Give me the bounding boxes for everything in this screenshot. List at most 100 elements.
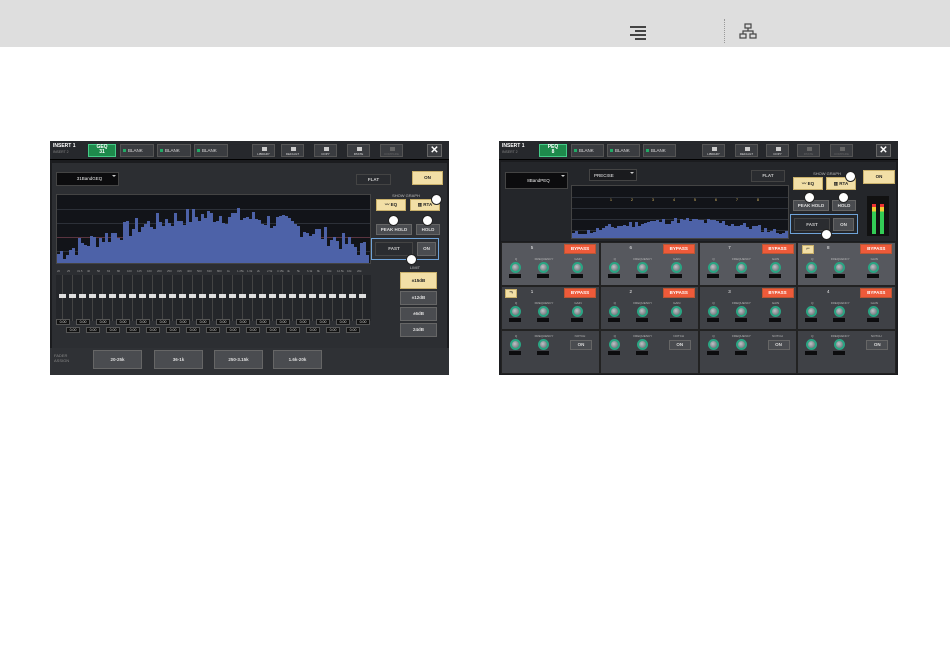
- fader-bank[interactable]: [56, 275, 371, 321]
- range-12db-button[interactable]: ±12dB: [400, 291, 437, 305]
- flat-button[interactable]: FLAT: [751, 170, 785, 182]
- eq-fader[interactable]: [199, 275, 206, 321]
- copy-button[interactable]: COPY: [314, 144, 337, 157]
- tab-geq[interactable]: GEQ 31: [88, 144, 116, 157]
- parameter-knob[interactable]: [769, 262, 781, 273]
- eq-fader[interactable]: [169, 275, 176, 321]
- eq-fader[interactable]: [249, 275, 256, 321]
- library-button[interactable]: LIBRARY: [252, 144, 275, 157]
- fader-assign-1-button[interactable]: 20-25k: [93, 350, 142, 369]
- parameter-knob[interactable]: [608, 306, 620, 317]
- parameter-knob[interactable]: [572, 262, 583, 273]
- tab-blank-2[interactable]: BLANK: [607, 144, 640, 157]
- eq-fader[interactable]: [59, 275, 66, 321]
- eq-fader[interactable]: [319, 275, 326, 321]
- notch-on-button[interactable]: ON: [866, 340, 889, 350]
- shelf-type-icon[interactable]: ⌐: [802, 245, 814, 254]
- parameter-knob[interactable]: [806, 262, 818, 273]
- notch-on-button[interactable]: ON: [668, 340, 691, 350]
- rta-speed-on-button[interactable]: ON: [417, 242, 436, 256]
- sitemap-icon[interactable]: [739, 23, 757, 39]
- notch-on-button[interactable]: ON: [570, 340, 592, 350]
- eq-fader[interactable]: [159, 275, 166, 321]
- paste-button[interactable]: PASTE: [797, 144, 820, 157]
- fader-assign-4-button[interactable]: 1.6k-20k: [273, 350, 322, 369]
- tab-blank-3[interactable]: BLANK: [643, 144, 676, 157]
- eq-fader[interactable]: [269, 275, 276, 321]
- eq-mode-select[interactable]: PRECISE: [589, 169, 637, 181]
- parameter-knob[interactable]: [636, 262, 648, 273]
- parameter-knob[interactable]: [769, 306, 781, 317]
- fader-assign-2-button[interactable]: 36-1k: [154, 350, 203, 369]
- parameter-knob[interactable]: [834, 339, 846, 350]
- fader-assign-3-button[interactable]: 250-3.15k: [214, 350, 263, 369]
- range-15db-button[interactable]: ±15dB: [400, 272, 437, 289]
- parameter-knob[interactable]: [707, 339, 719, 350]
- tab-blank-1[interactable]: BLANK: [571, 144, 604, 157]
- parameter-knob[interactable]: [538, 306, 549, 317]
- default-button[interactable]: DEFAULT: [735, 144, 758, 157]
- eq-graph-button[interactable]: 〰 EQ: [376, 199, 406, 211]
- parameter-knob[interactable]: [735, 262, 747, 273]
- close-button[interactable]: ✕: [427, 144, 442, 157]
- on-button[interactable]: ON: [863, 170, 895, 184]
- parameter-knob[interactable]: [868, 262, 880, 273]
- parameter-knob[interactable]: [510, 339, 521, 350]
- eq-fader[interactable]: [89, 275, 96, 321]
- bypass-button[interactable]: BYPASS: [860, 288, 893, 298]
- eq-fader[interactable]: [79, 275, 86, 321]
- notch-on-button[interactable]: ON: [767, 340, 790, 350]
- tab-blank-1[interactable]: BLANK: [120, 144, 154, 157]
- eq-fader[interactable]: [259, 275, 266, 321]
- compare-button[interactable]: COMPARE: [830, 144, 853, 157]
- eq-fader[interactable]: [99, 275, 106, 321]
- tab-peq[interactable]: PEQ 8: [539, 144, 567, 157]
- range-6db-button[interactable]: ±6dB: [400, 307, 437, 321]
- tab-blank-3[interactable]: BLANK: [194, 144, 228, 157]
- rta-speed-on-button[interactable]: ON: [833, 218, 854, 231]
- parameter-knob[interactable]: [806, 306, 818, 317]
- eq-fader[interactable]: [119, 275, 126, 321]
- paste-button[interactable]: PASTE: [347, 144, 370, 157]
- rta-speed-select[interactable]: FAST: [375, 242, 413, 256]
- eq-fader[interactable]: [149, 275, 156, 321]
- library-button[interactable]: LIBRARY: [702, 144, 725, 157]
- parameter-knob[interactable]: [868, 306, 880, 317]
- eq-fader[interactable]: [179, 275, 186, 321]
- eq-fader[interactable]: [329, 275, 336, 321]
- eq-fader[interactable]: [359, 275, 366, 321]
- parameter-knob[interactable]: [735, 306, 747, 317]
- eq-fader[interactable]: [219, 275, 226, 321]
- parameter-knob[interactable]: [834, 306, 846, 317]
- bypass-button[interactable]: BYPASS: [662, 244, 695, 254]
- eq-fader[interactable]: [189, 275, 196, 321]
- parameter-knob[interactable]: [670, 306, 682, 317]
- bypass-button[interactable]: BYPASS: [662, 288, 695, 298]
- parameter-knob[interactable]: [572, 306, 583, 317]
- parameter-knob[interactable]: [538, 339, 549, 350]
- bypass-button[interactable]: BYPASS: [564, 288, 596, 298]
- eq-fader[interactable]: [309, 275, 316, 321]
- eq-name-field[interactable]: 8BandPEQ: [505, 172, 568, 189]
- list-icon[interactable]: [630, 26, 646, 40]
- shelf-type-icon[interactable]: ¬: [505, 289, 517, 298]
- range-24db-button[interactable]: 24dB: [400, 323, 437, 337]
- parameter-knob[interactable]: [510, 262, 521, 273]
- close-button[interactable]: ✕: [876, 144, 891, 157]
- parameter-knob[interactable]: [510, 306, 521, 317]
- parameter-knob[interactable]: [538, 262, 549, 273]
- eq-fader[interactable]: [279, 275, 286, 321]
- eq-fader[interactable]: [229, 275, 236, 321]
- parameter-knob[interactable]: [636, 306, 648, 317]
- default-button[interactable]: DEFAULT: [281, 144, 304, 157]
- eq-fader[interactable]: [239, 275, 246, 321]
- parameter-knob[interactable]: [670, 262, 682, 273]
- parameter-knob[interactable]: [834, 262, 846, 273]
- eq-fader[interactable]: [129, 275, 136, 321]
- copy-button[interactable]: COPY: [766, 144, 789, 157]
- eq-fader[interactable]: [69, 275, 76, 321]
- eq-name-field[interactable]: 31BandGEQ: [56, 172, 119, 186]
- bypass-button[interactable]: BYPASS: [564, 244, 596, 254]
- eq-fader[interactable]: [349, 275, 356, 321]
- on-button[interactable]: ON: [412, 171, 443, 185]
